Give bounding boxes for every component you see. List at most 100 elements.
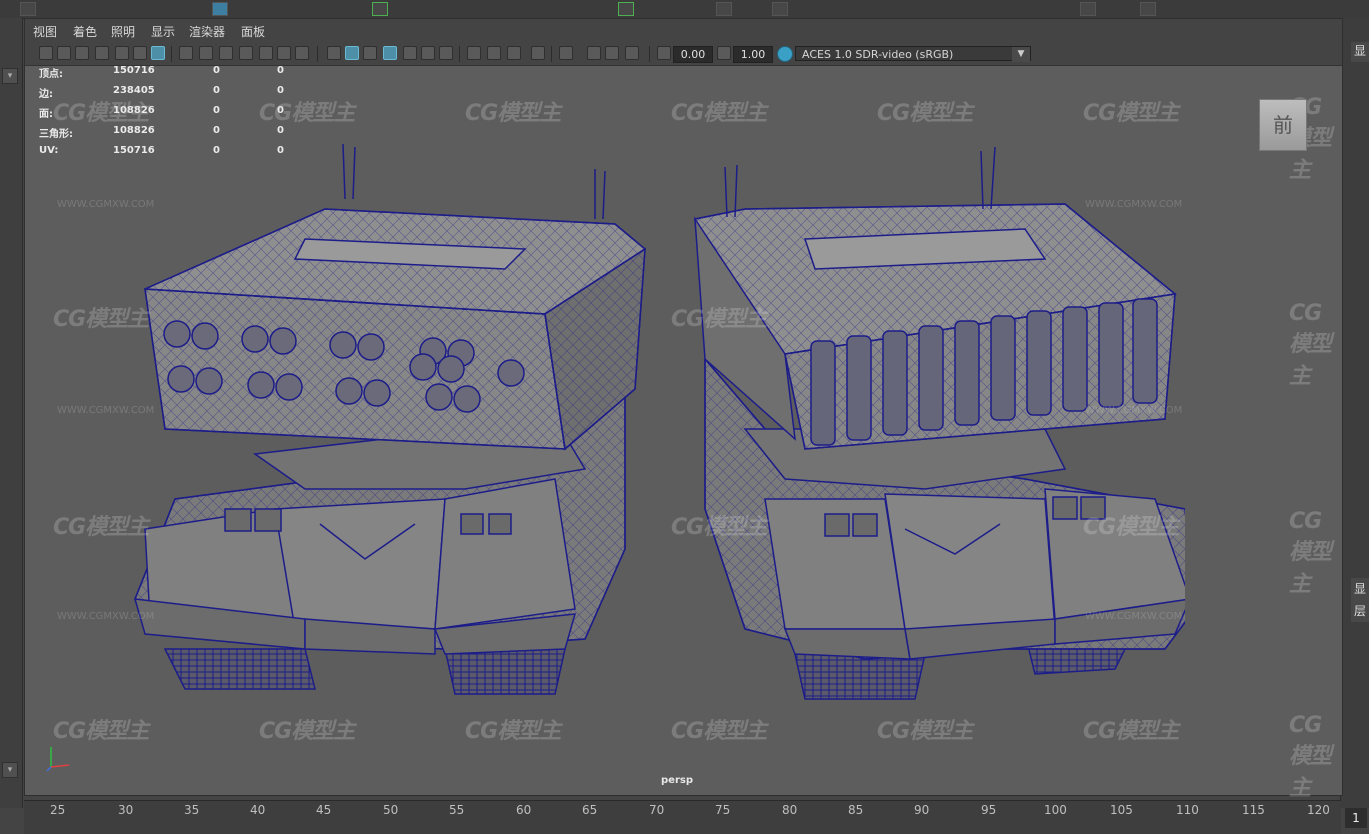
current-frame-field[interactable]: 1 xyxy=(1345,808,1367,828)
exposure-icon[interactable] xyxy=(657,46,671,60)
timeline-tick: 30 xyxy=(118,803,134,817)
chevron-down-icon[interactable]: ▼ xyxy=(1012,47,1030,62)
safe-title-icon[interactable] xyxy=(295,46,309,60)
toolbar-separator xyxy=(551,46,552,62)
exposure-field[interactable]: 0.00 xyxy=(673,46,713,63)
tool-icon[interactable] xyxy=(1080,2,1096,16)
watermark: CG模型主 xyxy=(671,307,767,332)
tool-icon[interactable] xyxy=(20,2,36,16)
menu-view[interactable]: 视图 xyxy=(33,23,57,40)
grid-icon[interactable] xyxy=(179,46,193,60)
timeline-tick: 40 xyxy=(250,803,266,817)
menu-shading[interactable]: 着色 xyxy=(73,23,97,40)
view-cube[interactable]: 前 xyxy=(1259,93,1307,151)
select-camera-icon[interactable] xyxy=(39,46,53,60)
menu-show[interactable]: 显示 xyxy=(151,23,175,40)
gamma-icon[interactable] xyxy=(717,46,731,60)
isolate-select-icon[interactable] xyxy=(559,46,573,60)
render-icon[interactable] xyxy=(772,2,788,16)
safe-action-icon[interactable] xyxy=(277,46,291,60)
watermark-url: WWW.CGMXW.COM xyxy=(1085,199,1183,210)
textured-icon[interactable] xyxy=(403,46,417,60)
toolbar-separator xyxy=(171,46,172,62)
collapse-arrow-icon[interactable]: ▾ xyxy=(2,68,18,84)
hud-label: 顶点: xyxy=(39,69,63,80)
snap-icon[interactable] xyxy=(372,2,388,16)
watermark: CG模型主 xyxy=(259,719,355,744)
watermark-url: WWW.CGMXW.COM xyxy=(57,611,155,622)
watermark: CG模型主 xyxy=(53,101,149,126)
gamma-field[interactable]: 1.00 xyxy=(733,46,773,63)
tool-icon[interactable] xyxy=(212,2,228,16)
watermark: CG模型主 xyxy=(465,719,561,744)
grease-pencil-icon[interactable] xyxy=(115,46,129,60)
wireframe-icon[interactable] xyxy=(327,46,341,60)
panel-tab[interactable]: 显 xyxy=(1351,42,1369,62)
timeline-tick: 85 xyxy=(848,803,864,817)
watermark-url: WWW.CGMXW.COM xyxy=(57,405,155,416)
timeline-tick: 65 xyxy=(582,803,598,817)
view-transform-dropdown[interactable]: ACES 1.0 SDR-video (sRGB) ▼ xyxy=(795,46,1031,62)
timeline-tick: 115 xyxy=(1242,803,1265,817)
timeline-tick: 110 xyxy=(1176,803,1199,817)
menu-lighting[interactable]: 照明 xyxy=(111,23,135,40)
film-gate-icon[interactable] xyxy=(199,46,213,60)
watermark: CG模型主 xyxy=(1289,509,1332,597)
shadows-icon[interactable] xyxy=(439,46,453,60)
grease-pencil-active-icon[interactable] xyxy=(151,46,165,60)
tool-icon[interactable] xyxy=(1140,2,1156,16)
default-material-icon[interactable] xyxy=(363,46,377,60)
render-icon[interactable] xyxy=(716,2,732,16)
tab-label: 显 xyxy=(1353,582,1366,596)
wireframe-on-shaded-icon[interactable] xyxy=(383,46,397,60)
use-all-lights-icon[interactable] xyxy=(421,46,435,60)
hud-value: 150716 xyxy=(113,65,155,76)
watermark: CG模型主 xyxy=(53,515,149,540)
watermark: CG模型主 xyxy=(877,101,973,126)
depth-of-field-icon[interactable] xyxy=(531,46,545,60)
watermark: CG模型主 xyxy=(1083,515,1179,540)
snap-icon[interactable] xyxy=(618,2,634,16)
xray-joints-icon[interactable] xyxy=(625,46,639,60)
right-side-panel: 显 显层 xyxy=(1340,18,1369,808)
view-cube-front-face[interactable]: 前 xyxy=(1259,99,1307,151)
watermark: CG模型主 xyxy=(1289,713,1332,801)
smooth-shade-icon[interactable] xyxy=(345,46,359,60)
timeline-tick: 75 xyxy=(715,803,731,817)
watermark: CG模型主 xyxy=(671,101,767,126)
2d-pan-zoom-icon[interactable] xyxy=(133,46,147,60)
field-chart-icon[interactable] xyxy=(259,46,273,60)
xray-active-icon[interactable] xyxy=(605,46,619,60)
watermark: CG模型主 xyxy=(53,307,149,332)
main-top-toolbar xyxy=(0,0,1369,19)
menu-renderer[interactable]: 渲染器 xyxy=(189,23,225,40)
screen-space-ao-icon[interactable] xyxy=(467,46,481,60)
gate-mask-icon[interactable] xyxy=(239,46,253,60)
left-toolbox: ▾ ▾ xyxy=(0,18,23,808)
3d-scene-tanks[interactable] xyxy=(105,129,1185,709)
collapse-arrow-icon[interactable]: ▾ xyxy=(2,762,18,778)
timeline-tick: 100 xyxy=(1044,803,1067,817)
hud-value: 0 xyxy=(213,105,220,116)
hud-value: 0 xyxy=(213,65,220,76)
anti-aliasing-icon[interactable] xyxy=(507,46,521,60)
watermark: CG模型主 xyxy=(671,515,767,540)
color-management-icon[interactable] xyxy=(777,46,793,62)
xray-icon[interactable] xyxy=(587,46,601,60)
time-slider[interactable]: 25 30 35 40 45 50 55 60 65 70 75 80 85 9… xyxy=(24,800,1341,834)
hud-label: 面: xyxy=(39,109,53,120)
viewport-panel[interactable]: 视图 着色 照明 显示 渲染器 面板 0.00 1.00 ACES 1.0 SD… xyxy=(24,18,1343,801)
bookmark-icon[interactable] xyxy=(75,46,89,60)
timeline-tick: 50 xyxy=(383,803,399,817)
watermark-url: WWW.CGMXW.COM xyxy=(1085,611,1183,622)
hud-label: 边: xyxy=(39,89,53,100)
channel-box-tab[interactable]: 显层 xyxy=(1351,578,1369,622)
tank-left[interactable] xyxy=(133,143,647,695)
image-plane-icon[interactable] xyxy=(95,46,109,60)
resolution-gate-icon[interactable] xyxy=(219,46,233,60)
toolbar-separator xyxy=(649,46,650,62)
camera-attributes-icon[interactable] xyxy=(57,46,71,60)
motion-blur-icon[interactable] xyxy=(487,46,501,60)
watermark-url: WWW.CGMXW.COM xyxy=(57,199,155,210)
menu-panels[interactable]: 面板 xyxy=(241,23,265,40)
